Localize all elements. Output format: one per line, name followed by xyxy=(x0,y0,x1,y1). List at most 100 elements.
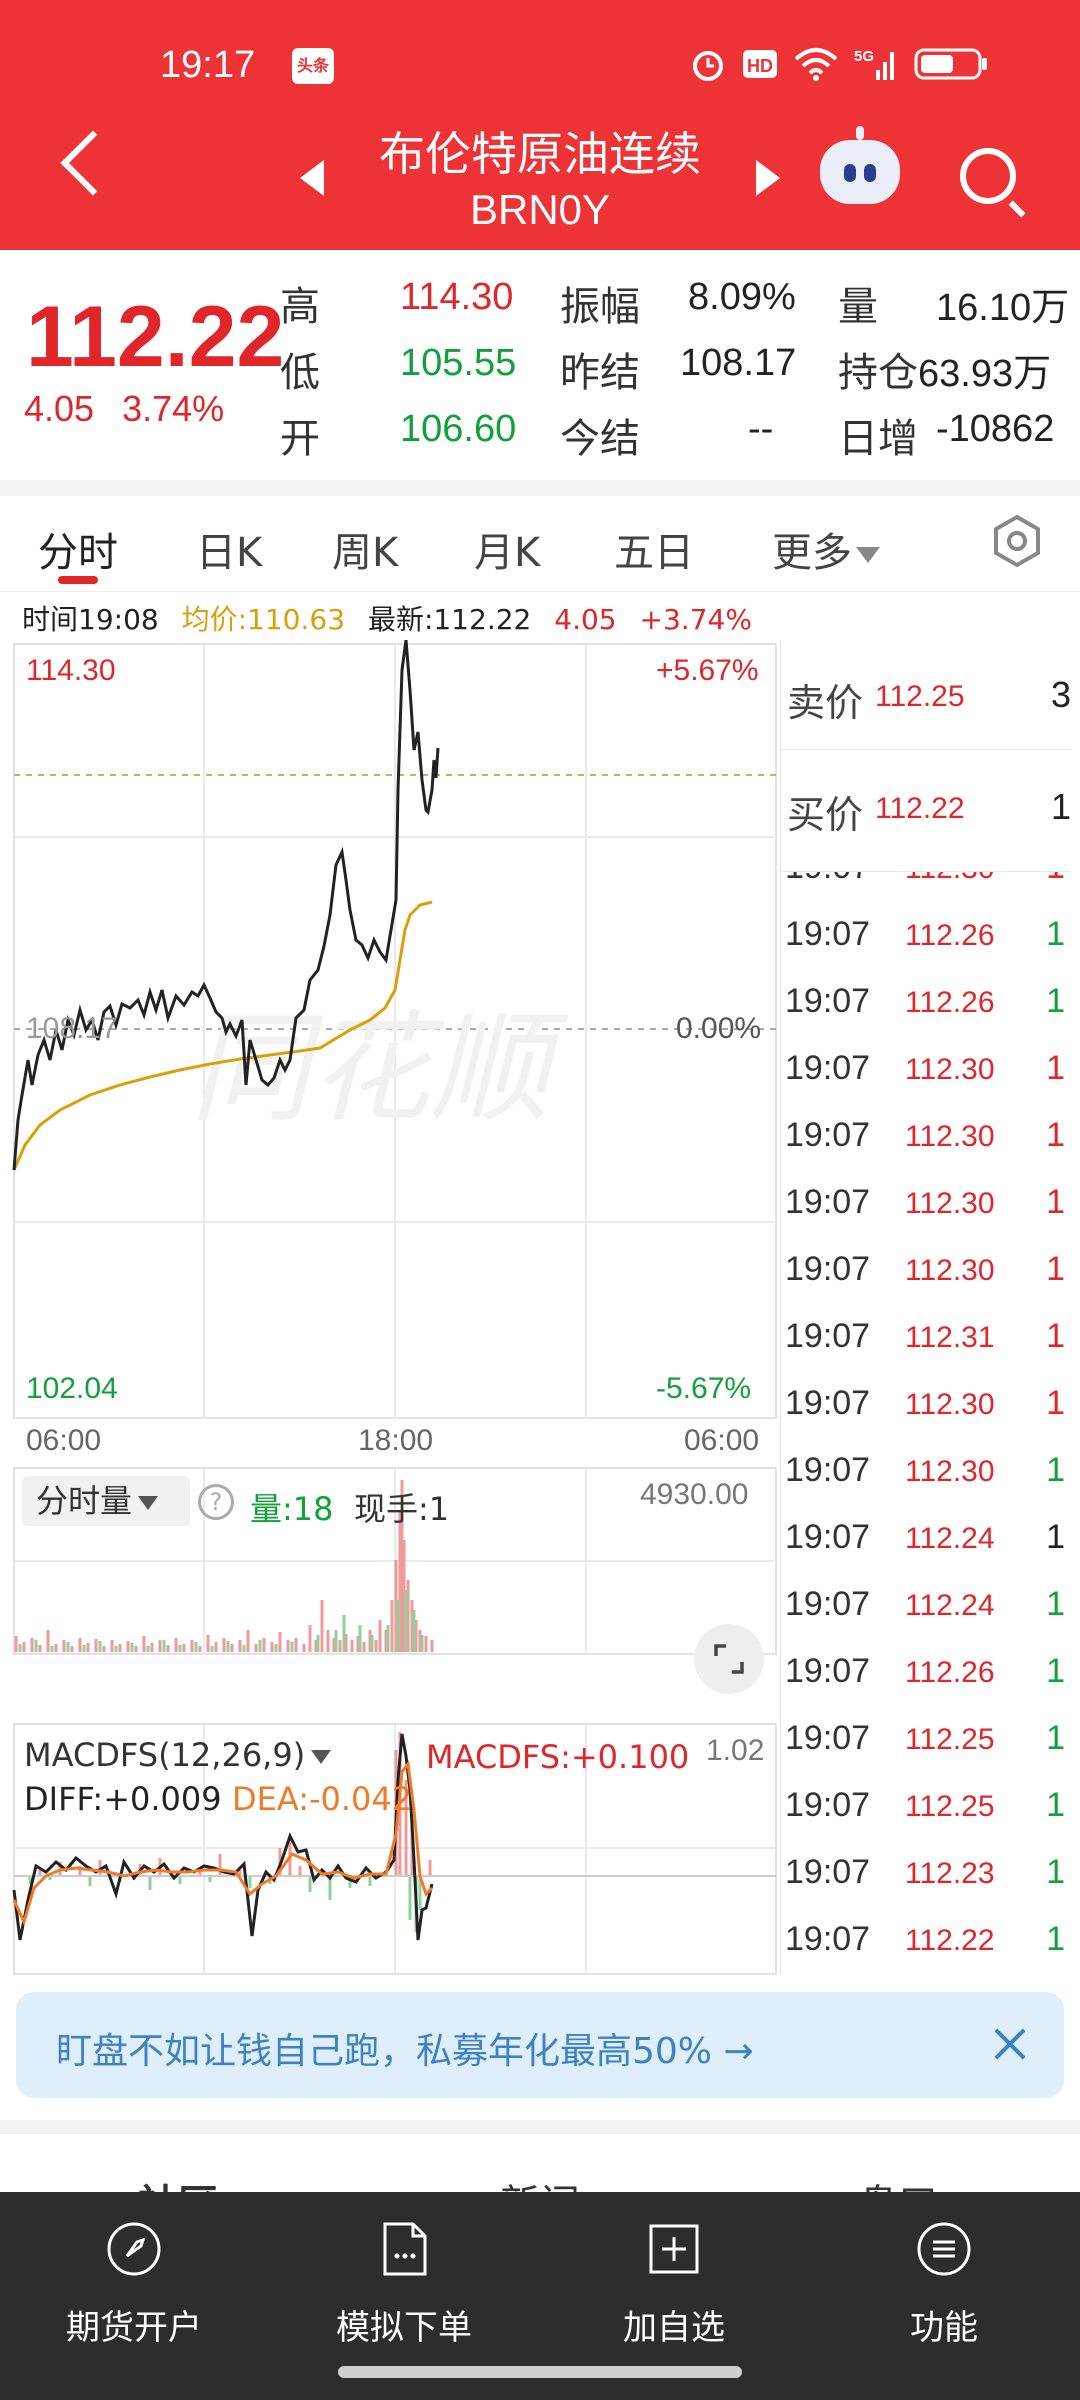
tick-price: 112.25 xyxy=(905,1790,995,1823)
chevron-down-icon xyxy=(138,1496,159,1510)
high-label: 高 xyxy=(280,284,320,330)
volume-max: 4930.00 xyxy=(640,1478,749,1511)
tick-row: 19:07 112.30 1 xyxy=(785,1374,1071,1441)
tick-row: 19:07 112.30 1 xyxy=(785,872,1071,905)
tick-price: 112.24 xyxy=(905,1522,995,1555)
volume-indicator-select[interactable]: 分时量 xyxy=(22,1476,190,1526)
tick-volume: 1 xyxy=(1046,1585,1065,1623)
tick-time: 19:07 xyxy=(785,1384,871,1422)
tick-time: 19:07 xyxy=(785,1451,871,1489)
order-book-panel: 卖价 112.25 3 买价 112.22 1 19:07112.30119:0… xyxy=(780,640,1080,1975)
bid-label: 买价 xyxy=(787,793,864,837)
bid-row[interactable]: 买价 112.22 1 xyxy=(781,752,1071,872)
change-values: 4.05 3.74% xyxy=(24,388,224,430)
contract-code: BRN0Y xyxy=(469,186,611,233)
change-percent: 3.74% xyxy=(122,388,225,429)
nav-functions-label: 功能 xyxy=(910,2308,978,2348)
close-icon[interactable] xyxy=(990,2024,1030,2064)
prev-contract-icon[interactable] xyxy=(300,160,324,196)
tick-time: 19:07 xyxy=(785,1920,871,1958)
info-change: 4.05 xyxy=(554,603,617,636)
robot-assistant-icon[interactable] xyxy=(820,126,900,204)
back-arrow-icon[interactable] xyxy=(60,130,126,196)
tick-row: 19:07 112.30 1 xyxy=(785,1240,1071,1307)
tick-volume: 1 xyxy=(1046,1049,1065,1087)
tab-intraday[interactable]: 分时 xyxy=(38,520,118,578)
active-tab-indicator xyxy=(58,576,98,584)
tick-time: 19:07 xyxy=(785,1719,871,1757)
menu-circle-icon xyxy=(917,2222,971,2276)
macd-max: 1.02 xyxy=(706,1734,765,1767)
promo-banner[interactable]: 盯盘不如让钱自己跑，私募年化最高50% → xyxy=(16,1992,1064,2098)
tick-volume: 1 xyxy=(1046,1518,1065,1556)
volume-value: 16.10万 xyxy=(936,287,1070,329)
settings-hexagon-icon[interactable] xyxy=(990,514,1044,568)
tick-time: 19:07 xyxy=(785,1652,871,1690)
tick-volume: 1 xyxy=(1046,1652,1065,1690)
tick-row: 19:07 112.30 1 xyxy=(785,1039,1071,1106)
chart-tabs: 分时 日K 周K 月K 五日 更多 xyxy=(0,496,1080,592)
tab-daily-k[interactable]: 日K xyxy=(196,520,262,578)
tick-volume: 1 xyxy=(1046,1250,1065,1288)
nav-simulated-order-label: 模拟下单 xyxy=(336,2308,472,2348)
tab-monthly-k[interactable]: 月K xyxy=(474,520,540,578)
daily-change-label: 日增 xyxy=(838,416,918,462)
chart-top-pct: +5.67% xyxy=(656,654,759,687)
info-latest: 最新:112.22 xyxy=(367,603,532,636)
nav-add-watchlist-label: 加自选 xyxy=(623,2308,725,2348)
nav-simulated-order[interactable]: 模拟下单 xyxy=(304,2220,504,2349)
trade-ticks-list[interactable]: 19:07112.30119:07112.26119:07112.26119:0… xyxy=(781,872,1071,1972)
chart-mid-pct: 0.00% xyxy=(676,1012,762,1045)
quote-panel: 112.22 4.05 3.74% 高 低 开 114.30 105.55 10… xyxy=(0,250,1080,480)
home-indicator[interactable] xyxy=(338,2366,742,2378)
tab-five-day[interactable]: 五日 xyxy=(614,520,694,578)
x-axis-start: 06:00 xyxy=(26,1424,102,1457)
tab-weekly-k[interactable]: 周K xyxy=(332,520,398,578)
macd-value: MACDFS:+0.100 xyxy=(426,1738,690,1776)
search-icon[interactable] xyxy=(960,148,1016,204)
tick-row: 19:07 112.23 1 xyxy=(785,1843,1071,1910)
tick-time: 19:07 xyxy=(785,1518,871,1556)
amplitude-label: 振幅 xyxy=(560,284,640,330)
nav-open-account[interactable]: 期货开户 xyxy=(34,2220,234,2349)
open-interest-value: 63.93万 xyxy=(918,353,1052,395)
nav-add-watchlist[interactable]: 加自选 xyxy=(574,2220,774,2349)
tick-price: 112.26 xyxy=(905,1656,995,1689)
nav-functions[interactable]: 功能 xyxy=(844,2220,1044,2349)
chart-top-price: 114.30 xyxy=(26,654,116,687)
tick-time: 19:07 xyxy=(785,1786,871,1824)
tick-time: 19:07 xyxy=(785,982,871,1020)
tab-more[interactable]: 更多 xyxy=(772,520,880,578)
alarm-icon xyxy=(690,46,726,86)
tick-volume: 1 xyxy=(1046,1719,1065,1757)
tick-volume: 1 xyxy=(1046,982,1065,1020)
today-settle-value: -- xyxy=(748,408,774,450)
tick-price: 112.30 xyxy=(905,1120,995,1153)
macd-indicator-select[interactable]: MACDFS(12,26,9) xyxy=(24,1736,332,1774)
tick-volume: 1 xyxy=(1046,872,1065,887)
content-tabs: 社区 新闻 盘口 xyxy=(0,2120,1080,2200)
battery-icon xyxy=(914,47,990,85)
add-square-icon xyxy=(649,2224,699,2274)
chart-bottom-pct: -5.67% xyxy=(656,1372,752,1405)
fullscreen-button[interactable] xyxy=(694,1624,764,1694)
robot-eye xyxy=(844,164,856,182)
info-average: 均价:110.63 xyxy=(181,603,346,636)
help-icon[interactable]: ? xyxy=(198,1484,234,1520)
tick-volume: 1 xyxy=(1046,1920,1065,1958)
macd-bars-down xyxy=(28,1876,422,1932)
chart-mid-price: 108.17 xyxy=(26,1012,118,1045)
tick-row: 19:07 112.30 1 xyxy=(785,1441,1071,1508)
open-value: 106.60 xyxy=(400,408,517,450)
tick-time: 19:07 xyxy=(785,1585,871,1623)
volume-qty: 量:18 xyxy=(250,1490,334,1528)
wifi-icon xyxy=(794,47,838,85)
x-axis-end: 06:00 xyxy=(684,1424,760,1457)
hd-icon: HD xyxy=(742,48,778,84)
ask-label: 卖价 xyxy=(787,681,864,725)
tick-time: 19:07 xyxy=(785,872,870,887)
tick-price: 112.22 xyxy=(905,1924,995,1957)
next-contract-icon[interactable] xyxy=(756,160,780,196)
daily-change-value: -10862 xyxy=(936,408,1055,450)
ask-row[interactable]: 卖价 112.25 3 xyxy=(781,640,1071,750)
